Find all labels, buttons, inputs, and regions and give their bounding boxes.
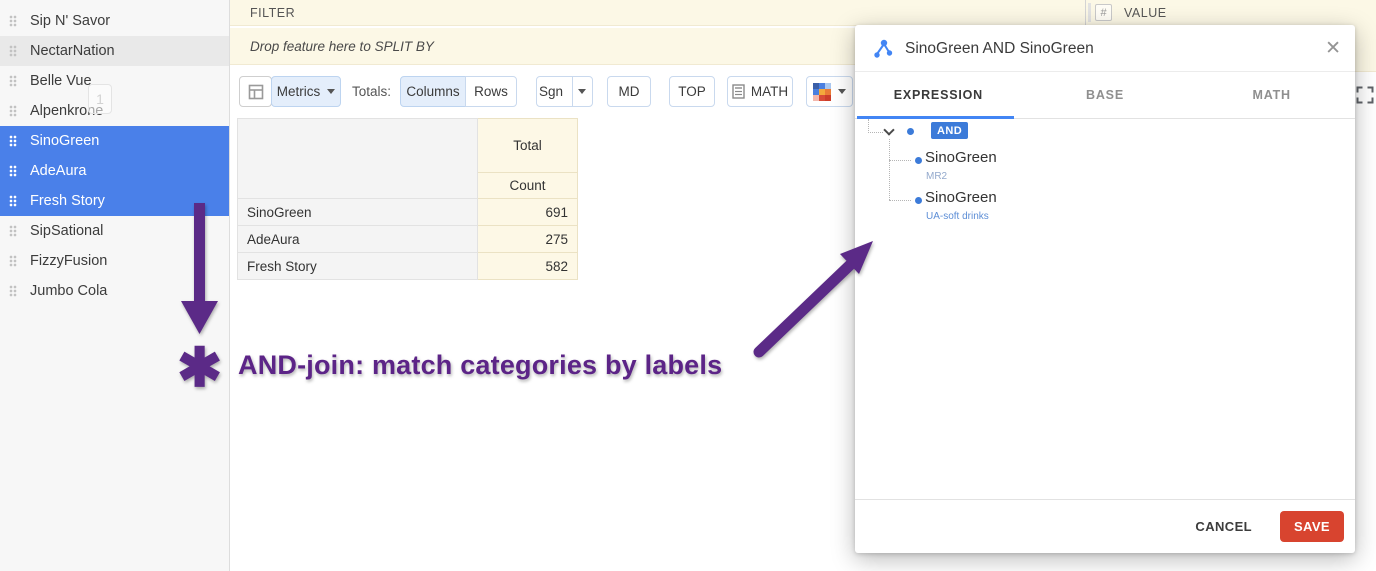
- pivot-table: Total Count SinoGreen 691 AdeAura 275 Fr…: [237, 118, 578, 280]
- sidebar-item[interactable]: Belle Vue: [0, 66, 229, 96]
- dialog-footer: CANCEL SAVE: [855, 499, 1355, 552]
- cell-value[interactable]: 275: [478, 226, 578, 253]
- cell-value[interactable]: 582: [478, 253, 578, 280]
- column-header-count: Count: [478, 173, 578, 199]
- sidebar-item-label: Fresh Story: [30, 193, 105, 209]
- sidebar-item-label: SipSational: [30, 223, 103, 239]
- columns-label: Columns: [406, 84, 459, 99]
- metrics-dropdown[interactable]: Metrics: [271, 76, 341, 107]
- tree-node-label[interactable]: SinoGreen: [925, 149, 997, 166]
- dialog-tabs: EXPRESSION BASE MATH: [855, 72, 1355, 119]
- filter-drop-zone[interactable]: FILTER: [230, 0, 1086, 26]
- tree-bullet-icon: [907, 128, 914, 135]
- tree-bullet-icon: [915, 157, 922, 164]
- sidebar-item-label: Belle Vue: [30, 73, 92, 89]
- sidebar-item-label: Sip N' Savor: [30, 13, 110, 29]
- drag-grip-icon[interactable]: [9, 75, 17, 87]
- sidebar-item-label: Jumbo Cola: [30, 283, 107, 299]
- drag-grip-icon[interactable]: [9, 225, 17, 237]
- save-button[interactable]: SAVE: [1280, 511, 1344, 542]
- drag-grip-icon[interactable]: [9, 195, 17, 207]
- number-hash-icon: #: [1095, 4, 1112, 21]
- expression-tree: AND SinoGreen MR2 SinoGreen UA-soft drin…: [855, 119, 1355, 499]
- tree-node-sublabel[interactable]: MR2: [926, 171, 947, 182]
- drag-grip-icon[interactable]: [9, 135, 17, 147]
- tree-connector: [889, 160, 911, 161]
- drag-grip-icon[interactable]: [9, 105, 17, 117]
- split-by-placeholder: Drop feature here to SPLIT BY: [250, 28, 434, 65]
- value-drag-handle[interactable]: [1088, 3, 1091, 22]
- sidebar-item-label: AdeAura: [30, 163, 86, 179]
- chevron-down-icon: [578, 89, 586, 94]
- rows-label: Rows: [474, 84, 508, 99]
- tree-node-label[interactable]: SinoGreen: [925, 189, 997, 206]
- math-label: MATH: [751, 84, 788, 99]
- sgn-label: Sgn: [539, 84, 563, 99]
- calculator-icon: [732, 84, 745, 99]
- join-icon: [872, 38, 894, 60]
- sidebar-item[interactable]: NectarNation: [0, 36, 229, 66]
- value-label: VALUE: [1124, 0, 1167, 25]
- sidebar-item-label: FizzyFusion: [30, 253, 107, 269]
- asterisk-annotation: ✱: [177, 341, 222, 395]
- row-label[interactable]: SinoGreen: [238, 199, 478, 226]
- diagonal-arrow-annotation: [745, 232, 885, 362]
- tab-base[interactable]: BASE: [1022, 72, 1189, 118]
- totals-rows-toggle[interactable]: Rows: [465, 76, 517, 107]
- chevron-down-icon[interactable]: [883, 124, 894, 135]
- drag-grip-icon[interactable]: [9, 15, 17, 27]
- tree-connector: [889, 139, 890, 200]
- down-arrow-annotation: [181, 203, 219, 336]
- sgn-caret-button[interactable]: [573, 89, 590, 94]
- sidebar-item-selected[interactable]: AdeAura: [0, 156, 229, 186]
- top-label: TOP: [678, 84, 706, 99]
- tab-expression[interactable]: EXPRESSION: [855, 72, 1022, 118]
- sgn-dropdown[interactable]: Sgn: [536, 76, 593, 107]
- dialog-header: SinoGreen AND SinoGreen ✕: [855, 25, 1355, 72]
- fullscreen-icon[interactable]: [1356, 86, 1374, 104]
- filter-label: FILTER: [250, 0, 295, 26]
- row-label[interactable]: Fresh Story: [238, 253, 478, 280]
- row-header-spacer: [238, 119, 478, 199]
- drag-grip-icon[interactable]: [9, 285, 17, 297]
- sidebar-item-selected[interactable]: SinoGreen: [0, 126, 229, 156]
- app-screen: Sip N' Savor NectarNation Belle Vue Alpe…: [0, 0, 1376, 571]
- annotation-text: AND-join: match categories by labels: [238, 350, 722, 381]
- chevron-down-icon: [838, 89, 846, 94]
- table-layout-button[interactable]: [239, 76, 272, 107]
- metrics-label: Metrics: [277, 84, 321, 99]
- totals-columns-toggle[interactable]: Columns: [400, 76, 466, 107]
- cell-value[interactable]: 691: [478, 199, 578, 226]
- and-operator-node[interactable]: AND: [931, 122, 968, 139]
- math-button[interactable]: MATH: [727, 76, 793, 107]
- tree-connector: [868, 132, 883, 133]
- drag-count-badge: 1: [88, 84, 112, 114]
- tree-connector: [868, 119, 869, 133]
- drag-grip-icon[interactable]: [9, 255, 17, 267]
- table-layout-icon: [248, 84, 264, 100]
- md-label: MD: [619, 84, 640, 99]
- color-palette-dropdown[interactable]: [806, 76, 853, 107]
- tab-math[interactable]: MATH: [1188, 72, 1355, 118]
- sidebar-item-label: NectarNation: [30, 43, 115, 59]
- row-label[interactable]: AdeAura: [238, 226, 478, 253]
- drag-grip-icon[interactable]: [9, 45, 17, 57]
- md-button[interactable]: MD: [607, 76, 651, 107]
- top-button[interactable]: TOP: [669, 76, 715, 107]
- tree-bullet-icon: [915, 197, 922, 204]
- cancel-button[interactable]: CANCEL: [1195, 519, 1252, 534]
- sidebar-item[interactable]: Alpenkrone: [0, 96, 229, 126]
- close-icon[interactable]: ✕: [1325, 25, 1341, 72]
- chevron-down-icon: [327, 89, 335, 94]
- totals-label: Totals:: [352, 76, 391, 107]
- expression-dialog: SinoGreen AND SinoGreen ✕ EXPRESSION BAS…: [855, 25, 1355, 553]
- column-header-total: Total: [478, 119, 578, 173]
- tree-connector: [889, 200, 911, 201]
- dialog-title: SinoGreen AND SinoGreen: [905, 25, 1094, 72]
- drag-grip-icon[interactable]: [9, 165, 17, 177]
- sidebar-item-label: SinoGreen: [30, 133, 99, 149]
- sidebar-item[interactable]: Sip N' Savor: [0, 6, 229, 36]
- color-palette-icon: [813, 83, 831, 101]
- tree-node-sublabel[interactable]: UA-soft drinks: [926, 211, 989, 222]
